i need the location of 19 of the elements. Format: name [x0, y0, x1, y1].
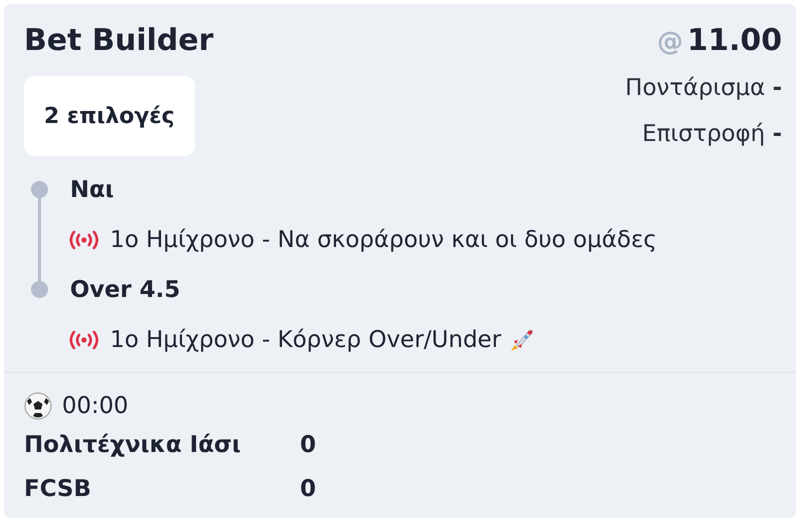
summary-line: Ποντάρισμα - — [625, 74, 782, 103]
timeline-dot — [31, 281, 48, 298]
odds-value: 11.00 — [687, 22, 782, 60]
team-score: 0 — [300, 475, 318, 504]
market-name: 1ο Ημίχρονο - Κόρνερ Over/Under — [110, 326, 502, 355]
market-name: 1ο Ημίχρονο - Να σκοράρουν και οι δυο ομάδες — [110, 226, 657, 255]
team-name: Πολιτέχνικα Ιάσι — [24, 431, 242, 460]
odds-symbol: @ — [657, 27, 684, 57]
football-icon — [24, 392, 52, 420]
team-name: FCSB — [24, 475, 92, 504]
rocket-icon — [509, 327, 536, 353]
selection-name: Over 4.5 — [70, 276, 182, 305]
team-score: 0 — [300, 431, 318, 460]
summary-line: Επιστροφή - — [642, 120, 782, 149]
match-time: 00:00 — [62, 392, 128, 421]
selection-name: Ναι — [70, 176, 116, 205]
selections-count: 2 επιλογές — [24, 76, 194, 156]
bet-title: Bet Builder — [24, 22, 214, 60]
timeline-dot — [31, 181, 48, 198]
